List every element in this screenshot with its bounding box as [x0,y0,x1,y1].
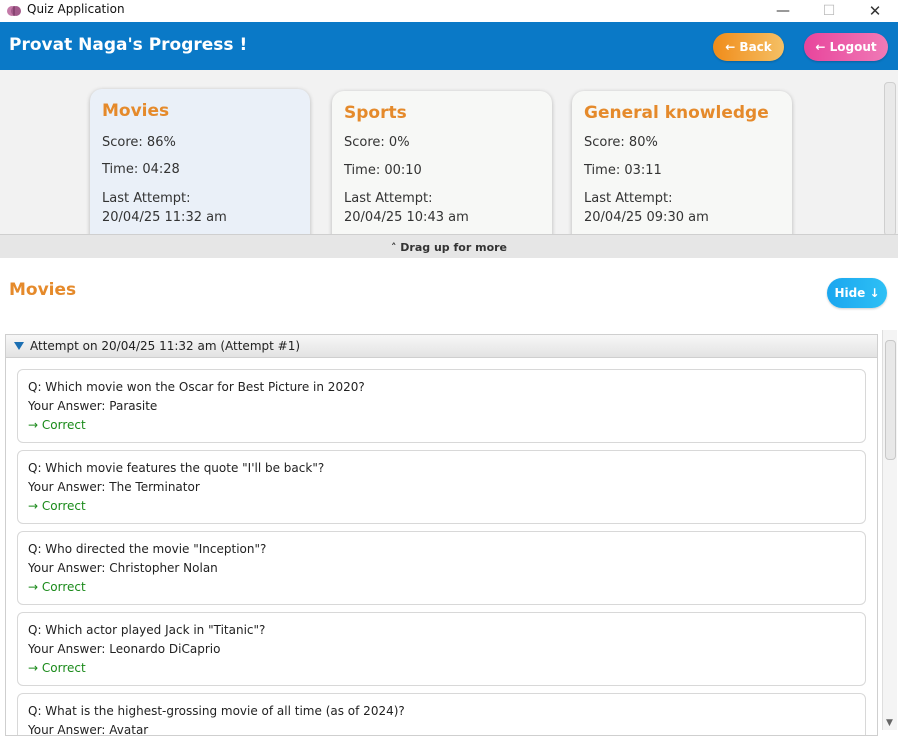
card-title: General knowledge [584,103,769,123]
attempt-panel: Attempt on 20/04/25 11:32 am (Attempt #1… [5,334,878,736]
card-last-attempt: 20/04/25 11:32 am [102,210,227,225]
page-title: Provat Naga's Progress ! [9,35,248,55]
result-text: → Correct [28,580,86,594]
card-title: Movies [102,101,170,121]
list-item: Q: Who directed the movie "Inception"? Y… [17,531,866,605]
drag-up-handle[interactable]: ˄ Drag up for more [0,234,898,259]
card-time: Time: 00:10 [344,163,422,178]
answer-text: Your Answer: Leonardo DiCaprio [28,642,221,656]
question-text: Q: Which actor played Jack in "Titanic"? [28,623,266,637]
minimize-button[interactable]: — [760,0,806,22]
list-item: Q: Which movie features the quote "I'll … [17,450,866,524]
back-button[interactable]: ← Back [713,33,784,61]
card-last-attempt-label: Last Attempt: [344,191,433,206]
answer-text: Your Answer: Parasite [28,399,158,413]
cards-scrollbar[interactable] [884,82,896,234]
result-text: → Correct [28,418,86,432]
summary-card-sports[interactable]: Sports Score: 0% Time: 00:10 Last Attemp… [332,91,552,234]
question-text: Q: Which movie features the quote "I'll … [28,461,325,475]
details-title: Movies [9,280,77,300]
attempt-header-label: Attempt on 20/04/25 11:32 am (Attempt #1… [30,339,301,353]
scrollbar-thumb[interactable] [885,340,896,460]
card-last-attempt: 20/04/25 09:30 am [584,210,709,225]
expand-arrow-icon [14,342,24,350]
logout-button[interactable]: ← Logout [804,33,888,61]
list-item: Q: Which movie won the Oscar for Best Pi… [17,369,866,443]
card-last-attempt-label: Last Attempt: [102,191,191,206]
maximize-button[interactable]: ☐ [806,0,852,22]
window-titlebar: Quiz Application — ☐ ✕ [0,0,898,22]
summary-card-movies[interactable]: Movies Score: 86% Time: 04:28 Last Attem… [90,89,310,234]
result-text: → Correct [28,661,86,675]
app-header: Provat Naga's Progress ! ← Back ← Logout [0,22,898,70]
card-time: Time: 03:11 [584,163,662,178]
card-last-attempt-label: Last Attempt: [584,191,673,206]
scroll-down-icon[interactable]: ▼ [886,718,893,728]
answer-text: Your Answer: Christopher Nolan [28,561,218,575]
result-text: → Correct [28,499,86,513]
attempt-header[interactable]: Attempt on 20/04/25 11:32 am (Attempt #1… [6,335,877,358]
details-scrollbar[interactable]: ▼ [882,330,897,730]
summary-cards-area: Movies Score: 86% Time: 04:28 Last Attem… [0,70,898,234]
question-text: Q: Who directed the movie "Inception"? [28,542,267,556]
brain-icon [7,6,21,16]
card-score: Score: 80% [584,135,658,150]
card-time: Time: 04:28 [102,162,180,177]
window-title: Quiz Application [27,2,125,16]
card-score: Score: 86% [102,135,176,150]
close-button[interactable]: ✕ [852,0,898,22]
card-score: Score: 0% [344,135,410,150]
hide-button[interactable]: Hide ↓ [827,278,887,308]
card-last-attempt: 20/04/25 10:43 am [344,210,469,225]
card-title: Sports [344,103,407,123]
question-text: Q: Which movie won the Oscar for Best Pi… [28,380,365,394]
summary-card-general-knowledge[interactable]: General knowledge Score: 80% Time: 03:11… [572,91,792,234]
list-item: Q: Which actor played Jack in "Titanic"?… [17,612,866,686]
question-text: Q: What is the highest-grossing movie of… [28,704,405,718]
details-section: Movies Hide ↓ Attempt on 20/04/25 11:32 … [0,258,898,736]
answer-text: Your Answer: The Terminator [28,480,200,494]
